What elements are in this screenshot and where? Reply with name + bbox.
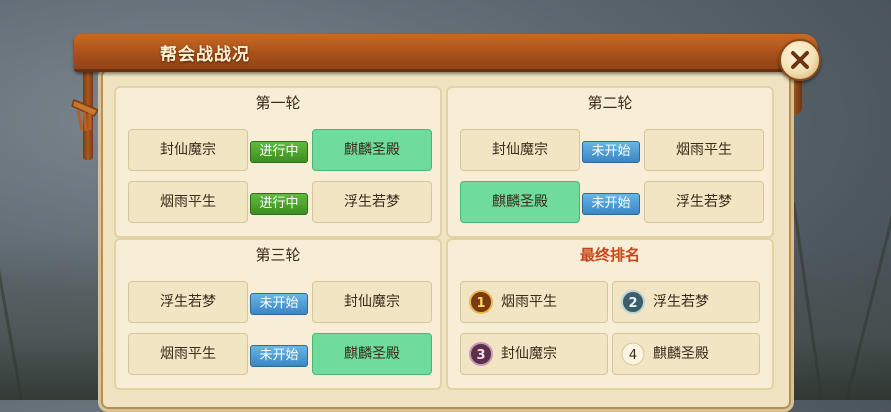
match-6-left-team[interactable]: 烟雨平生 xyxy=(128,333,248,375)
match-6-right-team[interactable]: 麒麟圣殿 xyxy=(312,333,432,375)
match-3-status-badge: 未开始 xyxy=(582,141,640,163)
ranking-entry-3-name: 封仙魔宗 xyxy=(501,346,557,362)
match-3-right-team[interactable]: 烟雨平生 xyxy=(644,129,764,171)
match-6-status-badge: 未开始 xyxy=(250,345,308,367)
match-5-status-badge: 未开始 xyxy=(250,293,308,315)
ranking-entry-4[interactable]: 4 麒麟圣殿 xyxy=(612,333,760,375)
match-1-left-team[interactable]: 封仙魔宗 xyxy=(128,129,248,171)
ranking-title: 最终排名 xyxy=(579,246,640,264)
round-3-title: 第三轮 xyxy=(255,246,301,264)
ranking-entry-3[interactable]: 3 封仙魔宗 xyxy=(460,333,608,375)
round-2-title: 第二轮 xyxy=(587,94,633,112)
ranking-entry-2-name: 浮生若梦 xyxy=(653,294,709,310)
rank-2-medal-icon: 2 xyxy=(621,290,645,314)
match-1-status-badge: 进行中 xyxy=(250,141,308,163)
round-1-title: 第一轮 xyxy=(255,94,301,112)
rank-4-plain-icon: 4 xyxy=(621,342,645,366)
rank-1-medal-icon: 1 xyxy=(469,290,493,314)
match-2-right-team[interactable]: 浮生若梦 xyxy=(312,181,432,223)
match-3-left-team[interactable]: 封仙魔宗 xyxy=(460,129,580,171)
window-title: 帮会战战况 xyxy=(160,45,250,65)
svg-text:3: 3 xyxy=(476,348,485,363)
match-5-right-team[interactable]: 封仙魔宗 xyxy=(312,281,432,323)
close-x-icon xyxy=(791,51,809,69)
svg-text:2: 2 xyxy=(628,296,637,311)
round-2-section: 第二轮 封仙魔宗 未开始 烟雨平生 麒麟圣殿 未开始 浮生若梦 xyxy=(446,86,774,238)
round-3-section: 第三轮 浮生若梦 未开始 封仙魔宗 烟雨平生 未开始 麒麟圣殿 xyxy=(114,238,442,390)
match-2-status-badge: 进行中 xyxy=(250,193,308,215)
rank-3-medal-icon: 3 xyxy=(469,342,493,366)
ranking-entry-1[interactable]: 1 烟雨平生 xyxy=(460,281,608,323)
close-button[interactable] xyxy=(779,39,821,81)
ranking-entry-1-name: 烟雨平生 xyxy=(501,294,557,310)
match-2-left-team[interactable]: 烟雨平生 xyxy=(128,181,248,223)
ranking-entry-2[interactable]: 2 浮生若梦 xyxy=(612,281,760,323)
svg-text:4: 4 xyxy=(629,348,637,363)
match-4-status-badge: 未开始 xyxy=(582,193,640,215)
round-1-section: 第一轮 封仙魔宗 进行中 麒麟圣殿 烟雨平生 进行中 浮生若梦 xyxy=(114,86,442,238)
match-4-right-team[interactable]: 浮生若梦 xyxy=(644,181,764,223)
match-4-left-team[interactable]: 麒麟圣殿 xyxy=(460,181,580,223)
svg-text:1: 1 xyxy=(476,296,485,311)
ranking-entry-4-name: 麒麟圣殿 xyxy=(653,346,709,362)
match-1-right-team[interactable]: 麒麟圣殿 xyxy=(312,129,432,171)
final-ranking-section: 最终排名 1 烟雨平生 2 浮生若梦 3 封仙魔宗 4 麒麟圣殿 xyxy=(446,238,774,390)
match-5-left-team[interactable]: 浮生若梦 xyxy=(128,281,248,323)
